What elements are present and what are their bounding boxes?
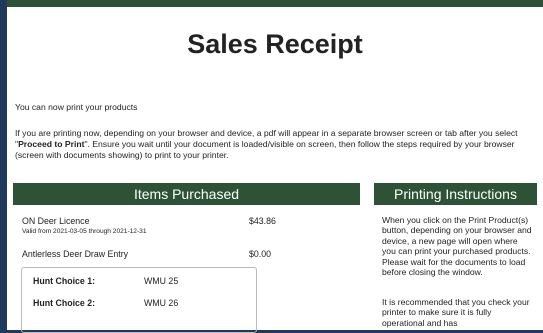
printing-instructions-header: Printing Instructions bbox=[374, 183, 537, 205]
hunt-choice-label: Hunt Choice 1: bbox=[33, 276, 96, 286]
printing-instructions-paragraph: When you click on the Print Product(s) b… bbox=[382, 215, 532, 278]
proceed-to-print-text: Proceed to Print bbox=[18, 139, 85, 149]
item-name: Antlerless Deer Draw Entry bbox=[22, 249, 129, 259]
hunt-choice-label: Hunt Choice 2: bbox=[33, 298, 96, 308]
receipt-page: Sales Receipt You can now print your pro… bbox=[7, 0, 543, 333]
item-validity: Valid from 2021-03-05 through 2021-12-31 bbox=[22, 228, 147, 235]
hunt-choice-value: WMU 25 bbox=[144, 276, 179, 286]
items-purchased-header: Items Purchased bbox=[13, 183, 360, 205]
intro-text: You can now print your products bbox=[15, 102, 138, 112]
hunt-choice-value: WMU 26 bbox=[144, 298, 179, 308]
hunt-choices-box: Hunt Choice 1: WMU 25 Hunt Choice 2: WMU… bbox=[21, 267, 257, 333]
item-price: $0.00 bbox=[249, 249, 272, 259]
item-name: ON Deer Licence bbox=[22, 216, 90, 226]
print-instructions-text: If you are printing now, depending on yo… bbox=[15, 128, 540, 161]
printing-recommendation-paragraph: It is recommended that you check your pr… bbox=[382, 297, 530, 328]
item-price: $43.86 bbox=[249, 216, 276, 226]
page-title: Sales Receipt bbox=[187, 29, 363, 59]
instructions-part-2: ". Ensure you wait until your document i… bbox=[15, 139, 515, 160]
